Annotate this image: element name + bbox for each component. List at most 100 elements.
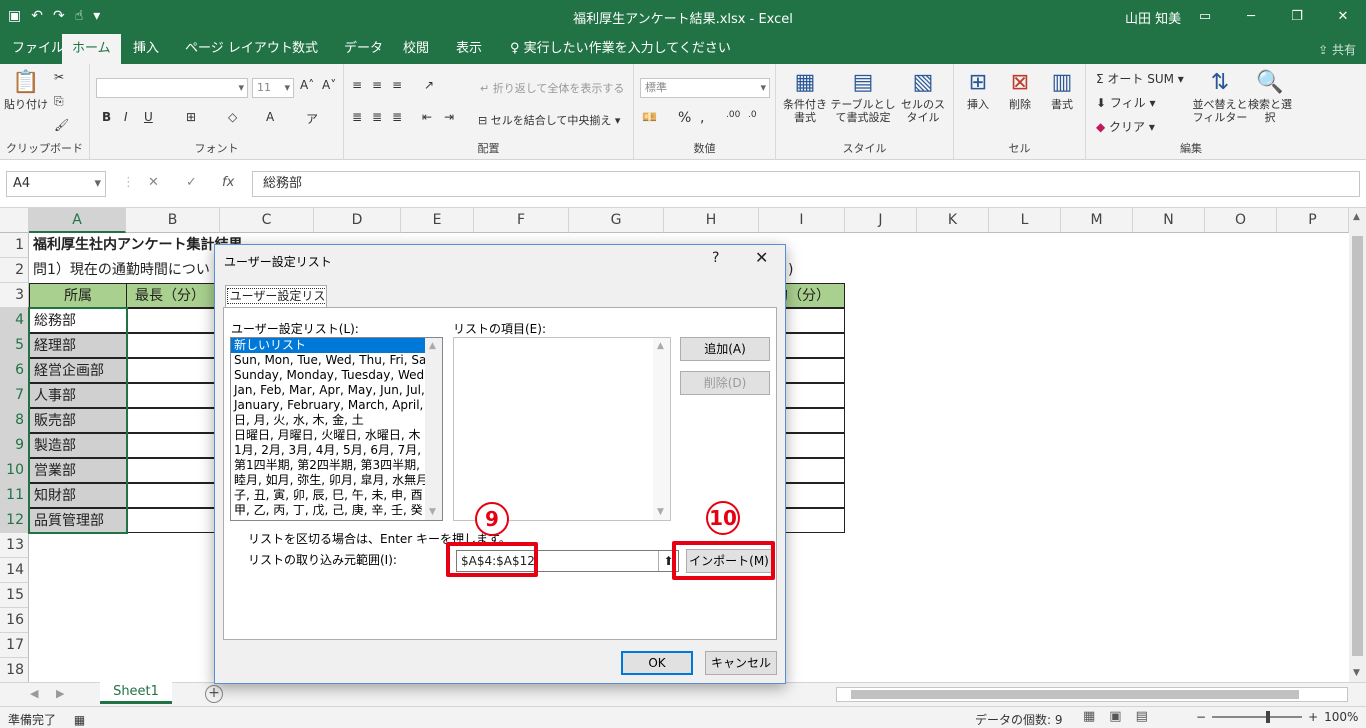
cell-b3-header[interactable]: 最長（分） [126, 283, 221, 308]
format-painter-icon[interactable]: 🖌 [54, 118, 69, 132]
cell-styles-button[interactable]: ▧ セルのスタイル [898, 70, 948, 124]
column-header-h[interactable]: H [664, 208, 759, 233]
find-select-button[interactable]: 🔍 検索と選択 [1248, 70, 1292, 124]
entries-scrollbar[interactable]: ▲ ▼ [653, 338, 670, 520]
row-header-9[interactable]: 9 [0, 433, 29, 458]
column-header-o[interactable]: O [1205, 208, 1277, 233]
cell-b8[interactable] [126, 408, 221, 433]
help-icon[interactable]: ? [712, 250, 719, 266]
page-layout-view-icon[interactable]: ▣ [1109, 709, 1121, 724]
row-header-18[interactable]: 18 [0, 658, 29, 682]
orientation-icon[interactable]: ↗ [424, 78, 434, 92]
borders-icon[interactable]: ⊞ [186, 110, 196, 124]
align-right-icon[interactable]: ≣ [392, 110, 402, 124]
grow-font-icon[interactable]: A˄ [300, 78, 314, 92]
tab-insert[interactable]: 挿入 [123, 34, 169, 64]
number-format-combo[interactable]: 標準 ▾ [640, 78, 770, 98]
italic-icon[interactable]: I [124, 110, 128, 124]
cell-b4[interactable] [126, 308, 221, 333]
row-header-8[interactable]: 8 [0, 408, 29, 433]
row-header-4[interactable]: 4 [0, 308, 29, 333]
list-item[interactable]: January, February, March, April, [231, 398, 442, 413]
cell-b12[interactable] [126, 508, 221, 533]
font-color-icon[interactable]: A [266, 110, 274, 124]
column-header-j[interactable]: J [845, 208, 917, 233]
align-bottom-icon[interactable]: ≡ [392, 78, 402, 92]
cell-a1[interactable]: 福利厚生社内アンケート集計結果 [29, 233, 242, 258]
align-center-icon[interactable]: ≣ [372, 110, 382, 124]
delete-cells-button[interactable]: ⊠ 削除 [1000, 70, 1040, 111]
column-header-n[interactable]: N [1133, 208, 1205, 233]
align-left-icon[interactable]: ≣ [352, 110, 362, 124]
cell-b5[interactable] [126, 333, 221, 358]
formula-input[interactable]: 総務部 [252, 171, 1360, 197]
row-header-12[interactable]: 12 [0, 508, 29, 533]
row-header-15[interactable]: 15 [0, 583, 29, 608]
copy-icon[interactable]: ⎘ [54, 94, 64, 109]
select-all-corner[interactable] [0, 208, 29, 233]
font-size-combo[interactable]: 11 ▾ [252, 78, 294, 98]
row-header-14[interactable]: 14 [0, 558, 29, 583]
fill-color-icon[interactable]: ◇ [228, 110, 237, 124]
close-icon[interactable]: ✕ [755, 248, 768, 267]
cell-b11[interactable] [126, 483, 221, 508]
comma-icon[interactable]: , [700, 110, 704, 126]
macro-record-icon[interactable]: ▦ [74, 713, 85, 727]
column-header-g[interactable]: G [569, 208, 664, 233]
list-item[interactable]: Sun, Mon, Tue, Wed, Thu, Fri, Sa [231, 353, 442, 368]
cell-a3-header[interactable]: 所属 [29, 283, 127, 308]
decrease-decimal-icon[interactable]: .0 [748, 110, 757, 120]
column-header-l[interactable]: L [989, 208, 1061, 233]
row-header-5[interactable]: 5 [0, 333, 29, 358]
accounting-icon[interactable]: 💴 [642, 110, 657, 124]
page-break-view-icon[interactable]: ▤ [1136, 709, 1148, 724]
zoom-level[interactable]: 100% [1324, 710, 1358, 724]
list-item[interactable]: Sunday, Monday, Tuesday, Wedn [231, 368, 442, 383]
insert-cells-button[interactable]: ⊞ 挿入 [958, 70, 998, 111]
fill-button[interactable]: ⬇ フィル ▾ [1096, 94, 1155, 111]
list-item[interactable]: Jan, Feb, Mar, Apr, May, Jun, Jul, [231, 383, 442, 398]
column-header-p[interactable]: P [1277, 208, 1349, 233]
cell-a11[interactable]: 知財部 [29, 483, 127, 508]
list-item[interactable]: 日, 月, 火, 水, 木, 金, 土 [231, 413, 442, 428]
list-item[interactable]: 甲, 乙, 丙, 丁, 戊, 己, 庚, 辛, 壬, 癸 [231, 503, 442, 518]
shrink-font-icon[interactable]: A˅ [322, 78, 336, 92]
horizontal-scrollbar[interactable] [836, 687, 1348, 702]
cell-b6[interactable] [126, 358, 221, 383]
cell-i2[interactable]: ) [784, 258, 824, 283]
tab-formulas[interactable]: 数式 [282, 34, 328, 64]
scroll-up-icon[interactable]: ▲ [1353, 212, 1360, 222]
format-as-table-button[interactable]: ▤ テーブルとして書式設定 [830, 70, 896, 124]
cell-a6[interactable]: 経営企画部 [29, 358, 127, 383]
horizontal-scroll-thumb[interactable] [851, 690, 1299, 699]
minimize-icon[interactable]: ─ [1228, 0, 1274, 34]
next-sheet-icon[interactable]: ▶ [56, 687, 64, 700]
column-header-b[interactable]: B [126, 208, 220, 233]
vertical-scroll-thumb[interactable] [1352, 236, 1363, 656]
list-item[interactable]: 第1四半期, 第2四半期, 第3四半期, [231, 458, 442, 473]
row-header-17[interactable]: 17 [0, 633, 29, 658]
row-header-2[interactable]: 2 [0, 258, 29, 283]
scroll-down-icon[interactable]: ▼ [657, 507, 664, 517]
row-header-11[interactable]: 11 [0, 483, 29, 508]
column-header-a[interactable]: A [29, 208, 126, 233]
sheet-tab-sheet1[interactable]: Sheet1 [100, 682, 172, 704]
close-window-icon[interactable]: ✕ [1320, 0, 1366, 34]
list-entries-textarea[interactable]: ▲ ▼ [453, 337, 671, 521]
cell-a7[interactable]: 人事部 [29, 383, 127, 408]
prev-sheet-icon[interactable]: ◀ [30, 687, 38, 700]
decrease-indent-icon[interactable]: ⇤ [422, 110, 432, 124]
paste-button[interactable]: 📋 貼り付け [4, 70, 48, 111]
zoom-in-icon[interactable]: + [1308, 710, 1318, 724]
insert-function-icon[interactable]: fx [222, 175, 234, 190]
scroll-up-icon[interactable]: ▲ [657, 341, 664, 351]
tab-view[interactable]: 表示 [446, 34, 492, 64]
ribbon-display-icon[interactable]: ▭ [1182, 0, 1228, 34]
add-button[interactable]: 追加(A) [680, 337, 770, 361]
cancel-entry-icon[interactable]: ✕ [148, 175, 159, 190]
tell-me-box[interactable]: ♀ 実行したい作業を入力してください [500, 34, 741, 64]
row-header-10[interactable]: 10 [0, 458, 29, 483]
cell-a8[interactable]: 販売部 [29, 408, 127, 433]
delete-button[interactable]: 削除(D) [680, 371, 770, 395]
row-header-3[interactable]: 3 [0, 283, 29, 308]
